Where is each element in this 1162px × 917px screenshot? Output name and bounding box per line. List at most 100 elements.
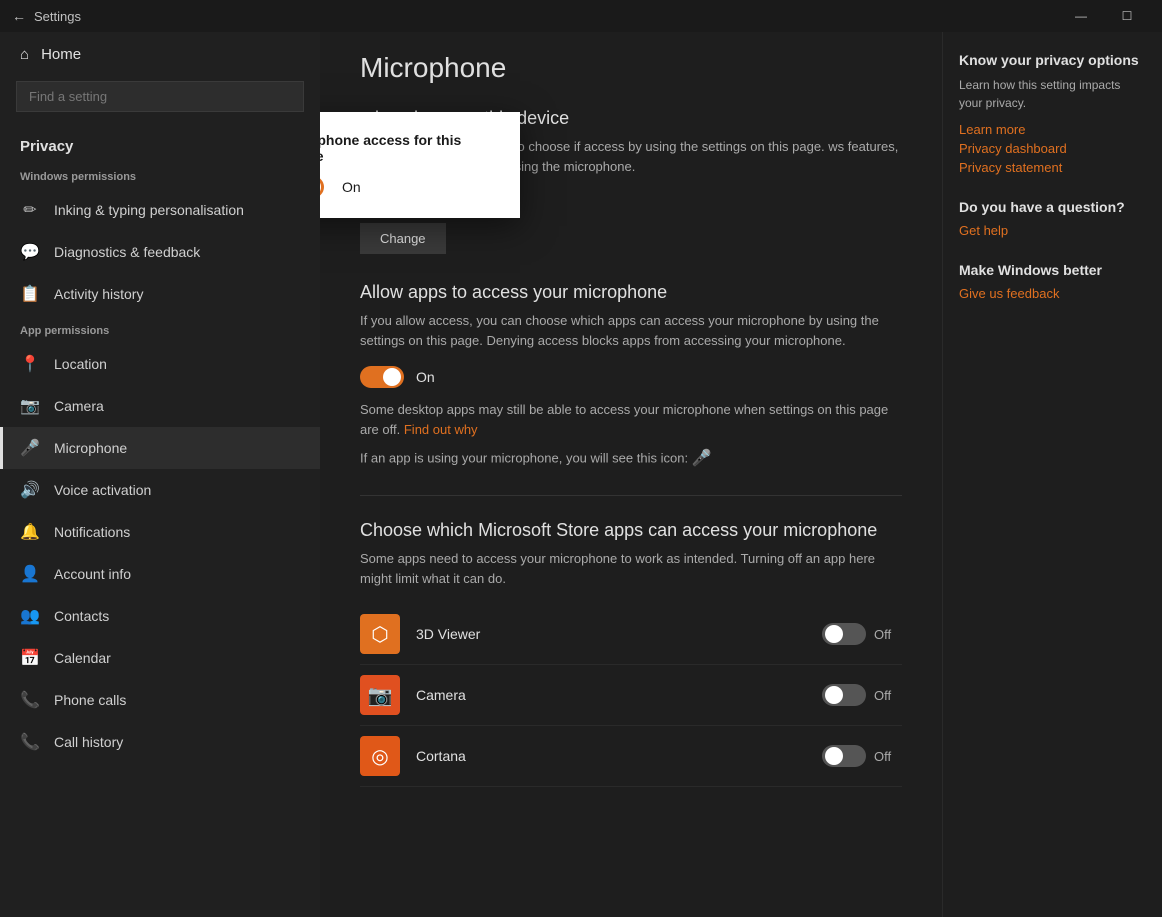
sidebar-item-label: Notifications xyxy=(54,524,130,540)
camera-app-name: Camera xyxy=(416,687,822,703)
3dviewer-toggle[interactable] xyxy=(822,623,866,645)
mic-icon-note: If an app is using your microphone, you … xyxy=(360,447,902,471)
popup-toggle[interactable] xyxy=(320,176,324,198)
diagnostics-icon: 💬 xyxy=(20,242,40,262)
titlebar-controls: — ☐ xyxy=(1058,0,1150,32)
sidebar-item-inking[interactable]: ✏ Inking & typing personalisation xyxy=(0,189,320,231)
sidebar-item-label: Activity history xyxy=(54,286,143,302)
3dviewer-icon-glyph: ⬡ xyxy=(371,622,388,647)
sidebar: ⌂ Home Privacy Windows permissions ✏ Ink… xyxy=(0,32,320,917)
app-body: ⌂ Home Privacy Windows permissions ✏ Ink… xyxy=(0,32,1162,917)
privacy-label: Privacy xyxy=(0,124,320,161)
notifications-icon: 🔔 xyxy=(20,522,40,542)
privacy-options-desc: Learn how this setting impacts your priv… xyxy=(959,76,1146,112)
sidebar-item-account[interactable]: 👤 Account info xyxy=(0,553,320,595)
app-title: Settings xyxy=(34,9,81,24)
phone-icon: 📞 xyxy=(20,690,40,710)
sidebar-item-label: Diagnostics & feedback xyxy=(54,244,200,260)
content-wrapper: Microphone access for this device On Mic… xyxy=(320,32,1162,917)
sidebar-item-camera[interactable]: 📷 Camera xyxy=(0,385,320,427)
allow-toggle-row: On xyxy=(360,366,902,388)
question-section: Do you have a question? Get help xyxy=(959,199,1146,238)
desktop-note: Some desktop apps may still be able to a… xyxy=(360,400,902,439)
popup-toggle-row: On xyxy=(320,176,500,198)
account-icon: 👤 xyxy=(20,564,40,584)
popup-overlay: Microphone access for this device On xyxy=(320,112,520,218)
popup-toggle-knob xyxy=(320,178,321,196)
home-icon: ⌂ xyxy=(20,46,29,63)
sidebar-item-phone[interactable]: 📞 Phone calls xyxy=(0,679,320,721)
cortana-state: Off xyxy=(874,749,902,764)
right-panel: Know your privacy options Learn how this… xyxy=(942,32,1162,917)
privacy-dashboard-link[interactable]: Privacy dashboard xyxy=(959,141,1146,156)
allow-toggle-knob xyxy=(383,368,401,386)
sidebar-item-label: Voice activation xyxy=(54,482,151,498)
3dviewer-icon: ⬡ xyxy=(360,614,400,654)
find-out-link[interactable]: Find out why xyxy=(404,422,478,437)
change-button[interactable]: Change xyxy=(360,223,446,254)
sidebar-item-location[interactable]: 📍 Location xyxy=(0,343,320,385)
activity-icon: 📋 xyxy=(20,284,40,304)
maximize-button[interactable]: ☐ xyxy=(1104,0,1150,32)
sidebar-item-label: Calendar xyxy=(54,650,111,666)
camera-toggle-knob xyxy=(825,686,843,704)
cortana-toggle-knob xyxy=(825,747,843,765)
back-button[interactable]: ← xyxy=(12,8,26,24)
camera-toggle[interactable] xyxy=(822,684,866,706)
sidebar-item-calendar[interactable]: 📅 Calendar xyxy=(0,637,320,679)
camera-app-icon-glyph: 📷 xyxy=(368,683,393,708)
inking-icon: ✏ xyxy=(20,200,40,220)
callhistory-icon: 📞 xyxy=(20,732,40,752)
app-list-item-camera: 📷 Camera Off xyxy=(360,665,902,726)
cortana-name: Cortana xyxy=(416,748,822,764)
allow-section-desc: If you allow access, you can choose whic… xyxy=(360,311,902,350)
home-label: Home xyxy=(41,46,81,63)
sidebar-item-label: Camera xyxy=(54,398,104,414)
camera-app-icon: 📷 xyxy=(360,675,400,715)
privacy-options-section: Know your privacy options Learn how this… xyxy=(959,52,1146,175)
microphone-icon: 🎤 xyxy=(20,438,40,458)
sidebar-item-contacts[interactable]: 👥 Contacts xyxy=(0,595,320,637)
sidebar-item-callhistory[interactable]: 📞 Call history xyxy=(0,721,320,763)
app-list-item-cortana: ◎ Cortana Off xyxy=(360,726,902,787)
popup: Microphone access for this device On xyxy=(320,112,520,218)
sidebar-item-home[interactable]: ⌂ Home xyxy=(0,32,320,77)
cortana-icon: ◎ xyxy=(360,736,400,776)
sidebar-item-label: Microphone xyxy=(54,440,127,456)
cortana-toggle[interactable] xyxy=(822,745,866,767)
store-section-desc: Some apps need to access your microphone… xyxy=(360,549,902,588)
search-input[interactable] xyxy=(16,81,304,112)
camera-icon: 📷 xyxy=(20,396,40,416)
question-title: Do you have a question? xyxy=(959,199,1146,215)
feedback-section: Make Windows better Give us feedback xyxy=(959,262,1146,301)
privacy-options-title: Know your privacy options xyxy=(959,52,1146,68)
get-help-link[interactable]: Get help xyxy=(959,223,1146,238)
sidebar-item-notifications[interactable]: 🔔 Notifications xyxy=(0,511,320,553)
app-list-item-3dviewer: ⬡ 3D Viewer Off xyxy=(360,604,902,665)
sidebar-item-label: Call history xyxy=(54,734,123,750)
sidebar-item-voice[interactable]: 🔊 Voice activation xyxy=(0,469,320,511)
feedback-title: Make Windows better xyxy=(959,262,1146,278)
sidebar-item-microphone[interactable]: 🎤 Microphone xyxy=(0,427,320,469)
learn-more-link[interactable]: Learn more xyxy=(959,122,1146,137)
app-permissions-label: App permissions xyxy=(0,315,320,343)
give-feedback-link[interactable]: Give us feedback xyxy=(959,286,1146,301)
sidebar-item-label: Phone calls xyxy=(54,692,126,708)
minimize-button[interactable]: — xyxy=(1058,0,1104,32)
divider xyxy=(360,495,902,496)
sidebar-item-label: Contacts xyxy=(54,608,109,624)
microphone-icon-inline: 🎤 xyxy=(692,447,712,471)
allow-toggle[interactable] xyxy=(360,366,404,388)
sidebar-item-activity[interactable]: 📋 Activity history xyxy=(0,273,320,315)
search-container xyxy=(16,81,304,112)
sidebar-item-diagnostics[interactable]: 💬 Diagnostics & feedback xyxy=(0,231,320,273)
privacy-statement-link[interactable]: Privacy statement xyxy=(959,160,1146,175)
store-section-title: Choose which Microsoft Store apps can ac… xyxy=(360,520,902,541)
allow-toggle-label: On xyxy=(416,369,435,385)
sidebar-item-label: Account info xyxy=(54,566,131,582)
allow-section-title: Allow apps to access your microphone xyxy=(360,282,902,303)
camera-state: Off xyxy=(874,688,902,703)
3dviewer-toggle-knob xyxy=(825,625,843,643)
main-content: Microphone access for this device On Mic… xyxy=(320,32,942,917)
sidebar-item-label: Inking & typing personalisation xyxy=(54,202,244,218)
